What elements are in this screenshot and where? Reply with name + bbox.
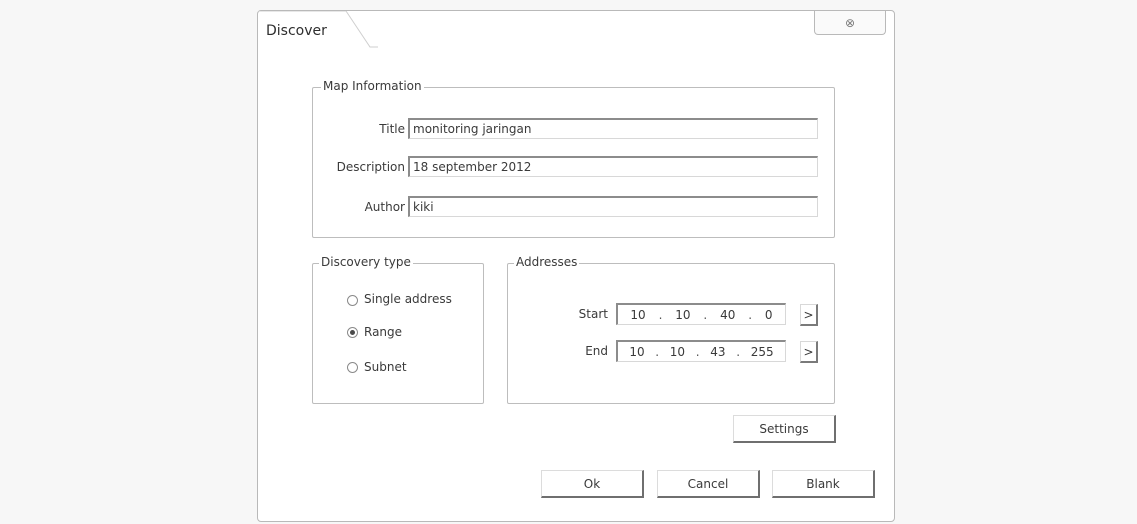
addresses-group: Addresses Start 10. 10. 40. 0 > End 10. … [507,255,835,404]
radio-label: Range [364,325,403,339]
author-label: Author [364,200,405,214]
discovery-type-legend: Discovery type [319,255,413,269]
start-octet-2: 10 [675,307,691,322]
ok-button[interactable]: Ok [541,470,644,498]
title-label: Title [379,122,405,136]
end-octet-1: 10 [629,344,645,359]
discovery-type-group: Discovery type Single address Range Subn… [312,255,484,404]
blank-button[interactable]: Blank [772,470,875,498]
radio-icon [347,362,358,373]
discover-dialog: Discover ⊗ Map Information Title Descrip… [257,10,895,522]
description-input[interactable] [408,156,818,177]
map-information-legend: Map Information [321,79,424,93]
map-information-group: Map Information Title Description Author [312,79,835,238]
radio-label: Subnet [364,360,407,374]
close-button[interactable]: ⊗ [814,11,886,35]
addresses-legend: Addresses [514,255,580,269]
title-input[interactable] [408,118,818,139]
chevron-right-icon: > [803,307,814,322]
cancel-button[interactable]: Cancel [657,470,760,498]
end-arrow-button[interactable]: > [800,341,818,363]
radio-icon [347,327,358,338]
end-octet-2: 10 [669,344,686,359]
start-octet-4: 0 [764,307,773,322]
radio-icon [347,295,358,306]
chevron-right-icon: > [803,344,814,359]
start-label: Start [578,307,608,321]
settings-button[interactable]: Settings [733,415,836,443]
radio-label: Single address [364,292,452,306]
end-label: End [585,344,608,358]
start-octet-3: 40 [720,307,736,322]
end-octet-3: 43 [710,344,726,359]
start-ip-field[interactable]: 10. 10. 40. 0 [616,303,786,325]
end-octet-4: 255 [750,344,774,359]
author-input[interactable] [408,196,818,217]
close-icon: ⊗ [844,15,856,30]
start-octet-1: 10 [630,307,646,322]
dialog-title: Discover [266,23,327,39]
end-ip-field[interactable]: 10. 10. 43. 255 [616,340,786,362]
start-arrow-button[interactable]: > [800,304,818,326]
description-label: Description [336,160,405,174]
